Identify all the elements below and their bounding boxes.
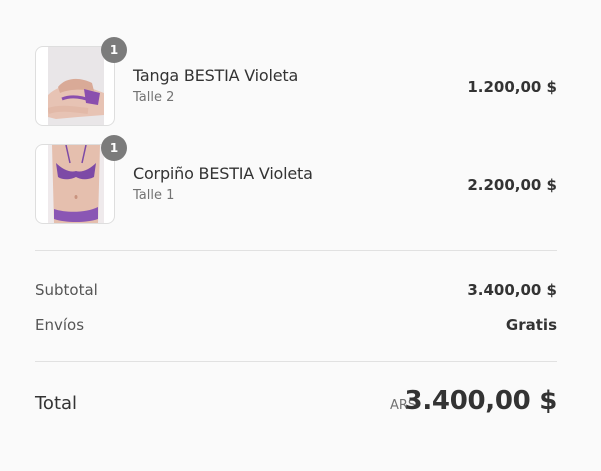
- product-price: 1.200,00 $: [467, 78, 557, 96]
- total-value: 3.400,00 $: [404, 386, 558, 416]
- line-item: 1 Corpiño BESTIA Violeta Talle 1 2.200,0…: [35, 135, 557, 224]
- subtotal-label: Subtotal: [35, 281, 98, 299]
- product-name: Tanga BESTIA Violeta: [133, 66, 299, 85]
- divider: [35, 250, 557, 251]
- quantity-badge: 1: [101, 37, 127, 63]
- product-image: [48, 47, 104, 125]
- product-thumbnail: 1: [35, 37, 127, 126]
- order-summary: 1 Tanga BESTIA Violeta Talle 2 1.200,00 …: [35, 0, 557, 471]
- product-name: Corpiño BESTIA Violeta: [133, 164, 313, 183]
- product-variant: Talle 2: [133, 90, 175, 105]
- product-price: 2.200,00 $: [467, 176, 557, 194]
- product-image: [48, 145, 104, 223]
- subtotal-value: 3.400,00 $: [467, 281, 557, 299]
- total-label: Total: [35, 393, 78, 414]
- shipping-value: Gratis: [505, 316, 557, 334]
- divider: [35, 361, 557, 362]
- line-item: 1 Tanga BESTIA Violeta Talle 2 1.200,00 …: [35, 37, 557, 126]
- quantity-badge: 1: [101, 135, 127, 161]
- product-thumbnail: 1: [35, 135, 127, 224]
- shipping-label: Envíos: [35, 316, 85, 334]
- product-variant: Talle 1: [133, 188, 175, 203]
